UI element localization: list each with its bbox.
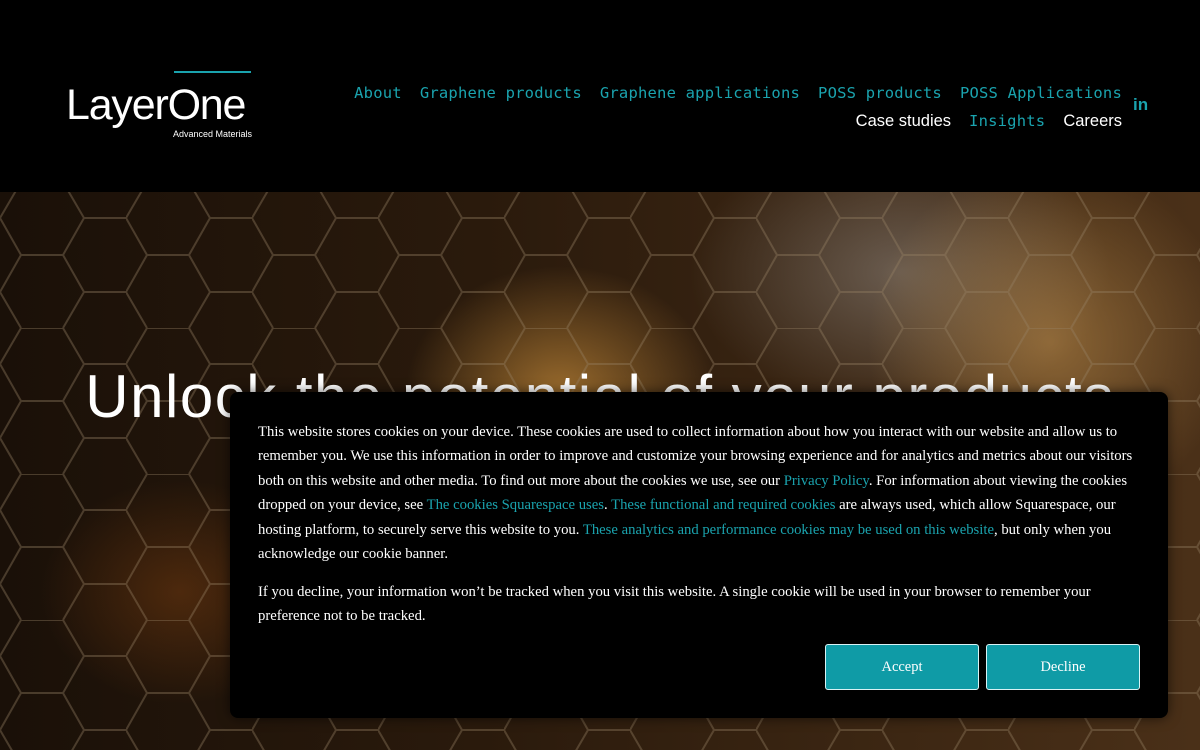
logo-wordmark: LayerOne <box>66 81 246 129</box>
decline-button[interactable]: Decline <box>986 644 1140 690</box>
nav-careers[interactable]: Careers <box>1063 112 1122 131</box>
nav-row-secondary: Case studies Insights Careers <box>300 108 1122 134</box>
layerone-logo[interactable]: LayerOne Advanced Materials <box>66 71 252 145</box>
main-nav: About Graphene products Graphene applica… <box>300 80 1122 134</box>
cookie-banner: This website stores cookies on your devi… <box>230 392 1168 718</box>
nav-insights[interactable]: Insights <box>969 112 1045 130</box>
functional-cookies-link[interactable]: These functional and required cookies <box>611 497 835 513</box>
cookie-info-paragraph: This website stores cookies on your devi… <box>258 420 1144 566</box>
nav-row-primary: About Graphene products Graphene applica… <box>300 80 1122 106</box>
nav-about[interactable]: About <box>354 84 402 102</box>
squarespace-cookies-link[interactable]: The cookies Squarespace uses <box>427 497 604 513</box>
nav-poss-products[interactable]: POSS products <box>818 84 942 102</box>
logo-tagline: Advanced Materials <box>172 129 252 139</box>
privacy-policy-link[interactable]: Privacy Policy <box>784 473 869 489</box>
nav-poss-applications[interactable]: POSS Applications <box>960 84 1122 102</box>
cookie-decline-paragraph: If you decline, your information won’t b… <box>258 584 1091 625</box>
logo-accent-line <box>174 71 251 73</box>
analytics-cookies-link[interactable]: These analytics and performance cookies … <box>583 522 994 538</box>
nav-graphene-products[interactable]: Graphene products <box>420 84 582 102</box>
nav-case-studies[interactable]: Case studies <box>856 112 951 131</box>
nav-graphene-applications[interactable]: Graphene applications <box>600 84 800 102</box>
linkedin-icon[interactable]: in <box>1133 96 1151 114</box>
site-header: LayerOne Advanced Materials About Graphe… <box>0 0 1200 192</box>
accept-button[interactable]: Accept <box>825 644 979 690</box>
